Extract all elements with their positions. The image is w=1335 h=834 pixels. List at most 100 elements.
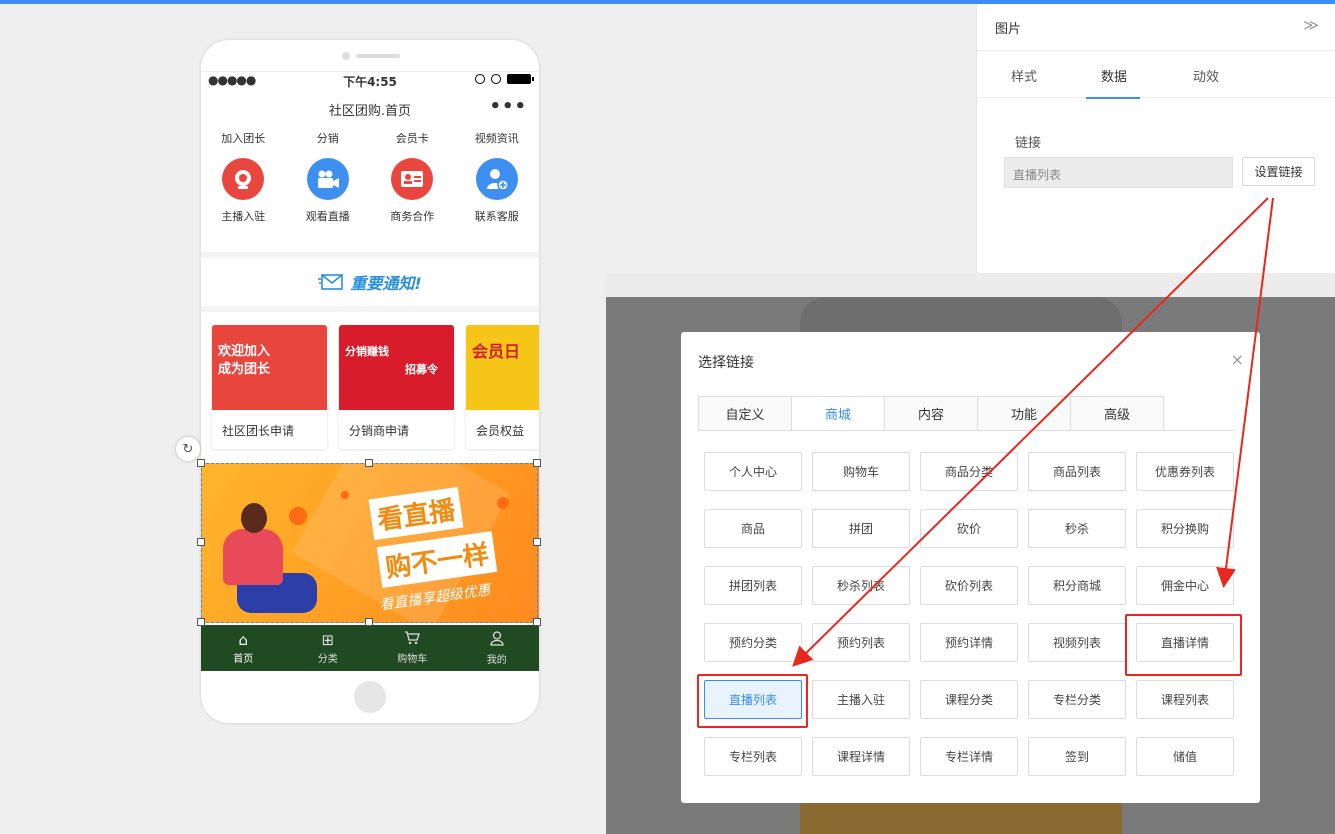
icon-nav-streamer-join[interactable]: 主播入驻 [201, 158, 286, 224]
user-icon [490, 630, 504, 649]
link-option[interactable]: 积分商城 [1028, 566, 1126, 605]
tab-content[interactable]: 内容 [884, 396, 978, 431]
tab-mall[interactable]: 商城 [791, 396, 885, 431]
icon-nav-watch-live[interactable]: 观看直播 [286, 158, 371, 224]
link-option[interactable]: 课程分类 [920, 680, 1018, 719]
icon-nav-business[interactable]: 商务合作 [370, 158, 455, 224]
more-menu-button[interactable]: ••• [489, 96, 527, 117]
link-option[interactable]: 砍价列表 [920, 566, 1018, 605]
tab-cart[interactable]: 购物车 [370, 625, 455, 671]
promo-card-member[interactable]: 会员日 会员权益 [466, 325, 539, 449]
promo-image-distributor: 分销赚钱 招募令 [339, 325, 454, 410]
icon-nav-row: 主播入驻 观看直播 商务合作 联系客服 [201, 158, 539, 224]
link-option[interactable]: 砍价 [920, 509, 1018, 548]
top-link-video-news[interactable]: 视频资讯 [455, 130, 540, 146]
tab-category[interactable]: ⊞ 分类 [286, 625, 371, 671]
tab-home[interactable]: ⌂ 首页 [201, 625, 286, 671]
link-field[interactable]: 直播列表 [1004, 157, 1233, 188]
dialog-title: 选择链接 [698, 355, 754, 371]
home-icon: ⌂ [238, 630, 249, 649]
video-camera-icon [306, 158, 349, 200]
page-title: 社区团购.首页 [328, 104, 412, 119]
resize-handle[interactable] [197, 538, 205, 546]
tab-function[interactable]: 功能 [977, 396, 1071, 431]
camera-dot [342, 52, 350, 60]
resize-handle[interactable] [533, 538, 541, 546]
resize-handle[interactable] [365, 459, 373, 467]
link-option[interactable]: 签到 [1028, 737, 1126, 776]
dialog-tabs: 自定义 商城 内容 功能 高级 [698, 396, 1164, 431]
close-icon[interactable]: × [1231, 350, 1244, 369]
resize-handle[interactable] [533, 459, 541, 467]
rotate-icon[interactable]: ↻ [176, 437, 200, 461]
battery-icon [507, 74, 534, 84]
link-option[interactable]: 佣金中心 [1136, 566, 1234, 605]
link-options-grid: 个人中心 购物车 商品分类 商品列表 优惠券列表商品 拼团 砍价 秒杀 积分换购拼团列表 秒杀列表… [704, 452, 1234, 776]
resize-handle[interactable] [533, 618, 541, 626]
link-option[interactable]: 课程详情 [812, 737, 910, 776]
resize-handle[interactable] [365, 618, 373, 626]
grid-icon: ⊞ [321, 630, 335, 649]
link-option[interactable]: 预约详情 [920, 623, 1018, 662]
icon-nav-customer-service[interactable]: 联系客服 [455, 158, 540, 224]
select-link-dialog: 选择链接 × 自定义 商城 内容 功能 高级 个人中心 购物车 商品分类 商品列表 优惠… [681, 332, 1260, 803]
link-option[interactable]: 预约分类 [704, 623, 802, 662]
alarm-icon [491, 74, 501, 84]
link-option[interactable]: 个人中心 [704, 452, 802, 491]
link-option[interactable]: 视频列表 [1028, 623, 1126, 662]
top-link-distribution[interactable]: 分销 [286, 130, 371, 146]
top-link-member-card[interactable]: 会员卡 [370, 130, 455, 146]
tab-custom[interactable]: 自定义 [698, 396, 792, 431]
collapse-icon[interactable]: ≫ [1303, 16, 1319, 34]
link-option[interactable]: 专栏详情 [920, 737, 1018, 776]
set-link-button[interactable]: 设置链接 [1242, 157, 1315, 186]
link-option[interactable]: 积分换购 [1136, 509, 1234, 548]
home-button[interactable] [354, 681, 386, 713]
link-option[interactable]: 储值 [1136, 737, 1234, 776]
link-option[interactable]: 预约列表 [812, 623, 910, 662]
resize-handle[interactable] [197, 459, 205, 467]
card-caption: 社区团长申请 [222, 424, 295, 438]
promo-card-leader[interactable]: 欢迎加入 成为团长 社区团长申请 [212, 325, 327, 449]
tab-advanced[interactable]: 高级 [1070, 396, 1164, 431]
link-option[interactable]: 主播入驻 [812, 680, 910, 719]
link-option[interactable]: 秒杀 [1028, 509, 1126, 548]
panel-title: 图片 [995, 22, 1022, 37]
tab-animation[interactable]: 动效 [1193, 66, 1219, 85]
link-option[interactable]: 直播列表 [704, 680, 802, 719]
active-tab-indicator [1086, 97, 1140, 99]
id-card-icon [391, 158, 434, 200]
tab-data[interactable]: 数据 [1101, 66, 1127, 85]
link-option[interactable]: 购物车 [812, 452, 910, 491]
notice-banner[interactable]: 重要通知! [201, 260, 539, 304]
notice-text: 重要通知! [350, 274, 422, 293]
link-option[interactable]: 秒杀列表 [812, 566, 910, 605]
link-option[interactable]: 商品列表 [1028, 452, 1126, 491]
link-option[interactable]: 专栏分类 [1028, 680, 1126, 719]
tab-mine[interactable]: 我的 [455, 625, 540, 671]
link-option[interactable]: 直播详情 [1136, 623, 1234, 662]
link-option[interactable]: 课程列表 [1136, 680, 1234, 719]
live-banner-image[interactable]: 看直播 购不一样 看直播享超级优惠 [201, 463, 539, 623]
speaker-grille [356, 54, 400, 58]
envelope-icon [318, 274, 344, 290]
webcam-icon [222, 158, 265, 200]
resize-handle[interactable] [197, 618, 205, 626]
link-option[interactable]: 商品 [704, 509, 802, 548]
tab-style[interactable]: 样式 [1011, 66, 1037, 85]
link-option[interactable]: 拼团列表 [704, 566, 802, 605]
link-option[interactable]: 拼团 [812, 509, 910, 548]
promo-card-distributor[interactable]: 分销赚钱 招募令 分销商申请 [339, 325, 454, 449]
user-add-icon [475, 158, 518, 200]
card-caption: 会员权益 [476, 424, 525, 438]
link-option[interactable]: 商品分类 [920, 452, 1018, 491]
link-option[interactable]: 优惠券列表 [1136, 452, 1234, 491]
location-icon [475, 74, 485, 84]
card-caption: 分销商申请 [349, 424, 410, 438]
cart-icon [404, 631, 421, 648]
top-link-join-leader[interactable]: 加入团长 [201, 130, 286, 146]
promo-cards: 欢迎加入 成为团长 社区团长申请 分销赚钱 招募令 分销商申请 会员日 会员权益 [212, 325, 539, 449]
link-option[interactable]: 专栏列表 [704, 737, 802, 776]
bottom-tab-bar: ⌂ 首页 ⊞ 分类 购物车 我的 [201, 625, 539, 671]
link-label: 链接 [1015, 136, 1042, 151]
